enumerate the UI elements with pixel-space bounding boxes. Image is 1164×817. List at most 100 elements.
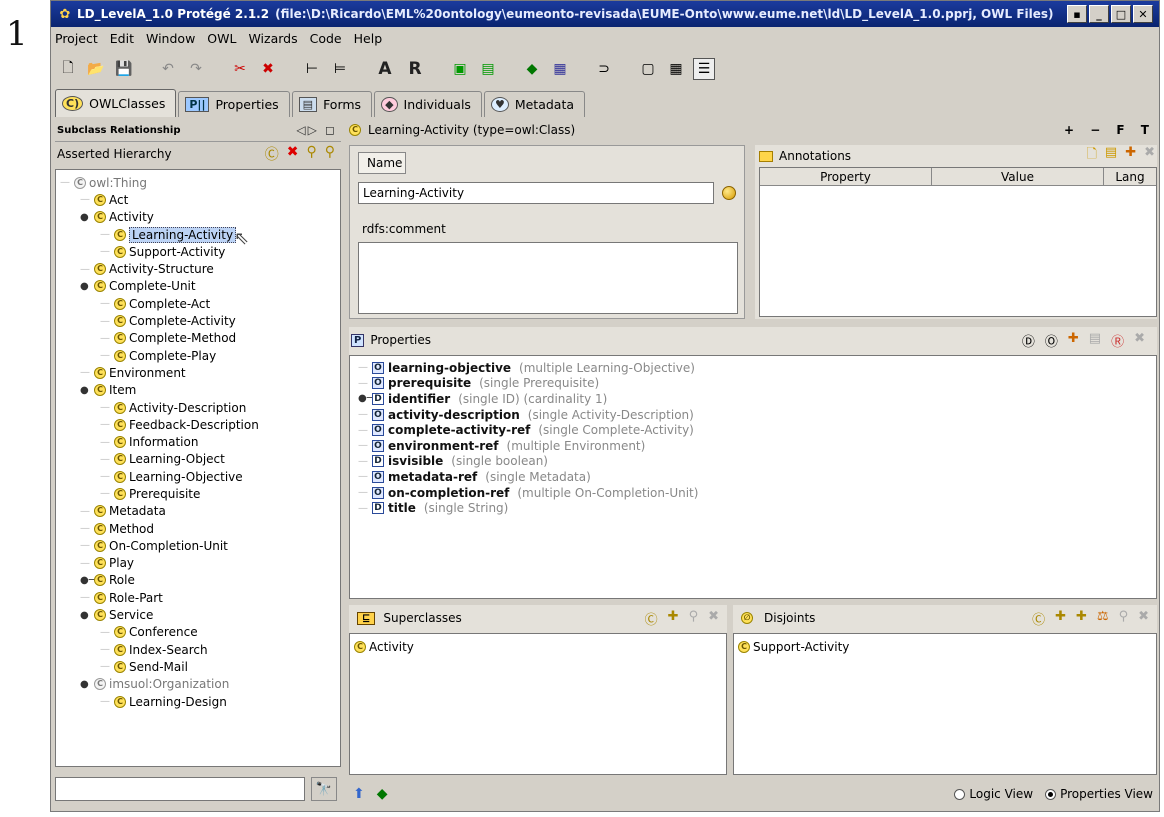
menu-item-window[interactable]: Window: [146, 31, 195, 46]
tab-forms[interactable]: ▤ Forms: [291, 91, 373, 117]
property-row[interactable]: — Disvisible (single boolean): [358, 454, 1156, 470]
property-row[interactable]: — Ocomplete-activity-ref (single Complete-…: [358, 422, 1156, 438]
add-property-icon[interactable]: ✚: [1068, 331, 1079, 350]
property-row[interactable]: — Oon-completion-ref (multiple On-Completi…: [358, 485, 1156, 501]
open-file-icon[interactable]: 📂: [85, 58, 107, 80]
add-datatype-annotation-icon[interactable]: ▤: [1105, 145, 1117, 167]
menu-item-project[interactable]: Project: [55, 31, 98, 46]
tree-item[interactable]: — C Act: [60, 191, 340, 208]
add-object-annotation-icon[interactable]: ✚: [1125, 145, 1136, 167]
redo-icon[interactable]: ↷: [185, 58, 207, 80]
tree-item[interactable]: — C Learning-Objective: [60, 468, 340, 485]
delete-class-icon[interactable]: ✖: [287, 144, 299, 164]
edit-property-icon[interactable]: ▤: [1089, 331, 1101, 350]
expand-toggle-icon[interactable]: ●: [80, 679, 94, 690]
tree-item[interactable]: ●─ C Role: [60, 572, 340, 589]
datatype-icon[interactable]: ▦: [549, 58, 571, 80]
new-file-icon[interactable]: 🗋: [57, 58, 79, 80]
tree-item[interactable]: — C Learning-Design: [60, 693, 340, 710]
restore-icon[interactable]: ▪: [1067, 5, 1087, 23]
tree-view-icon[interactable]: ☰: [693, 58, 715, 80]
list-item[interactable]: C Support-Activity: [738, 638, 1152, 655]
tab-individuals[interactable]: ◆ Individuals: [374, 91, 482, 117]
undo-icon[interactable]: ↶: [157, 58, 179, 80]
expand-toggle-icon[interactable]: ●─: [80, 575, 95, 586]
tree-item[interactable]: ● C Service: [60, 606, 340, 623]
add-object-property-icon[interactable]: Ⓞ: [1045, 331, 1058, 350]
tree-item[interactable]: — C Learning-Activity ⇖: [60, 226, 340, 249]
create-superclass-icon[interactable]: ✚: [668, 609, 679, 628]
remove-annotation-icon[interactable]: ✖: [1144, 145, 1155, 167]
menu-item-code[interactable]: Code: [310, 31, 342, 46]
property-row[interactable]: — Oactivity-description (single Activity-D…: [358, 407, 1156, 423]
tree-item[interactable]: — C On-Completion-Unit: [60, 537, 340, 554]
tree-item[interactable]: — C Method: [60, 520, 340, 537]
add-siblings-icon[interactable]: ✚: [1076, 609, 1087, 628]
add-datatype-property-icon[interactable]: Ⓓ: [1022, 331, 1035, 350]
menu-item-help[interactable]: Help: [354, 31, 383, 46]
property-row[interactable]: — Oenvironment-ref (multiple Environment): [358, 438, 1156, 454]
tree-item[interactable]: — C Play: [60, 555, 340, 572]
tree-item[interactable]: — C Conference: [60, 624, 340, 641]
close-button[interactable]: ✕: [1133, 5, 1153, 23]
form-icon[interactable]: ▢: [637, 58, 659, 80]
menu-item-edit[interactable]: Edit: [110, 31, 134, 46]
binoculars-icon[interactable]: 🔭: [311, 777, 337, 801]
menu-item-owl[interactable]: OWL: [207, 31, 236, 46]
add-subclass-icon[interactable]: ⊨: [329, 58, 351, 80]
editor-header-controls[interactable]: + − F T: [1064, 123, 1155, 137]
maximize-button[interactable]: □: [1111, 5, 1131, 23]
property-row[interactable]: — Ometadata-ref (single Metadata): [358, 469, 1156, 485]
left-header-controls[interactable]: ◁▷ ◻: [296, 123, 337, 137]
create-class-icon[interactable]: Ⓒ: [265, 144, 279, 164]
tree-item[interactable]: — C Complete-Play: [60, 347, 340, 364]
logic-icon[interactable]: ⊃: [593, 58, 615, 80]
toolbar-r-button[interactable]: R: [403, 58, 427, 80]
search-disjoint-icon[interactable]: ⚲: [1119, 609, 1129, 628]
tree-item[interactable]: — C Metadata: [60, 503, 340, 520]
property-row[interactable]: ●─ Didentifier (single ID) (cardinality 1): [358, 391, 1156, 407]
tab-properties[interactable]: P|| Properties: [178, 91, 290, 117]
tree-item[interactable]: — Cowl:Thing: [60, 174, 340, 191]
tree-item[interactable]: — C Complete-Method: [60, 330, 340, 347]
menu-item-wizards[interactable]: Wizards: [248, 31, 297, 46]
add-disjoint-icon[interactable]: Ⓒ: [1032, 609, 1045, 628]
individual-icon[interactable]: ◆: [521, 58, 543, 80]
tree-item[interactable]: — C Send-Mail: [60, 658, 340, 675]
list-item[interactable]: C Activity: [354, 638, 722, 655]
property-row[interactable]: — Oprerequisite (single Prerequisite): [358, 376, 1156, 392]
logic-view-radio[interactable]: Logic View: [954, 787, 1033, 801]
tree-item[interactable]: ● C Item: [60, 382, 340, 399]
properties-view-radio[interactable]: Properties View: [1045, 787, 1153, 801]
property-row[interactable]: — Dtitle (single String): [358, 500, 1156, 516]
name-tab[interactable]: Name: [358, 152, 406, 174]
column-lang[interactable]: Lang: [1104, 168, 1156, 185]
expand-toggle-icon[interactable]: ●: [80, 281, 94, 292]
cut-icon[interactable]: ✂: [229, 58, 251, 80]
tree-item[interactable]: — C Support-Activity: [60, 243, 340, 260]
find-next-icon[interactable]: ⚲: [325, 144, 335, 164]
delete-icon[interactable]: ✖: [257, 58, 279, 80]
tree-item[interactable]: — C Complete-Act: [60, 295, 340, 312]
disjoint-siblings-icon[interactable]: ⚖: [1097, 609, 1109, 628]
property-row[interactable]: — Olearning-objective (multiple Learning-O…: [358, 360, 1156, 376]
expand-toggle-icon[interactable]: ●─: [358, 393, 373, 404]
tree-item[interactable]: — C Activity-Structure: [60, 260, 340, 277]
add-superclass-icon[interactable]: Ⓒ: [645, 609, 658, 628]
column-property[interactable]: Property: [760, 168, 932, 185]
remove-disjoint-icon[interactable]: ✖: [1138, 609, 1149, 628]
expand-toggle-icon[interactable]: ●: [80, 385, 94, 396]
expand-toggle-icon[interactable]: ●: [80, 212, 94, 223]
save-icon[interactable]: 💾: [113, 58, 135, 80]
grid-icon[interactable]: ▦: [665, 58, 687, 80]
tree-item[interactable]: ● Cimsuol:Organization: [60, 676, 340, 693]
tree-item[interactable]: — C Environment: [60, 364, 340, 381]
tree-item[interactable]: — C Index-Search: [60, 641, 340, 658]
tab-metadata[interactable]: ♥ Metadata: [483, 91, 586, 117]
remove-superclass-icon[interactable]: ✖: [708, 609, 719, 628]
upload-icon[interactable]: ⬆: [353, 786, 365, 802]
add-class-icon[interactable]: ⊢: [301, 58, 323, 80]
tree-item[interactable]: — C Role-Part: [60, 589, 340, 606]
toolbar-a-button[interactable]: A: [373, 58, 397, 80]
owl-class-icon[interactable]: ▣: [449, 58, 471, 80]
